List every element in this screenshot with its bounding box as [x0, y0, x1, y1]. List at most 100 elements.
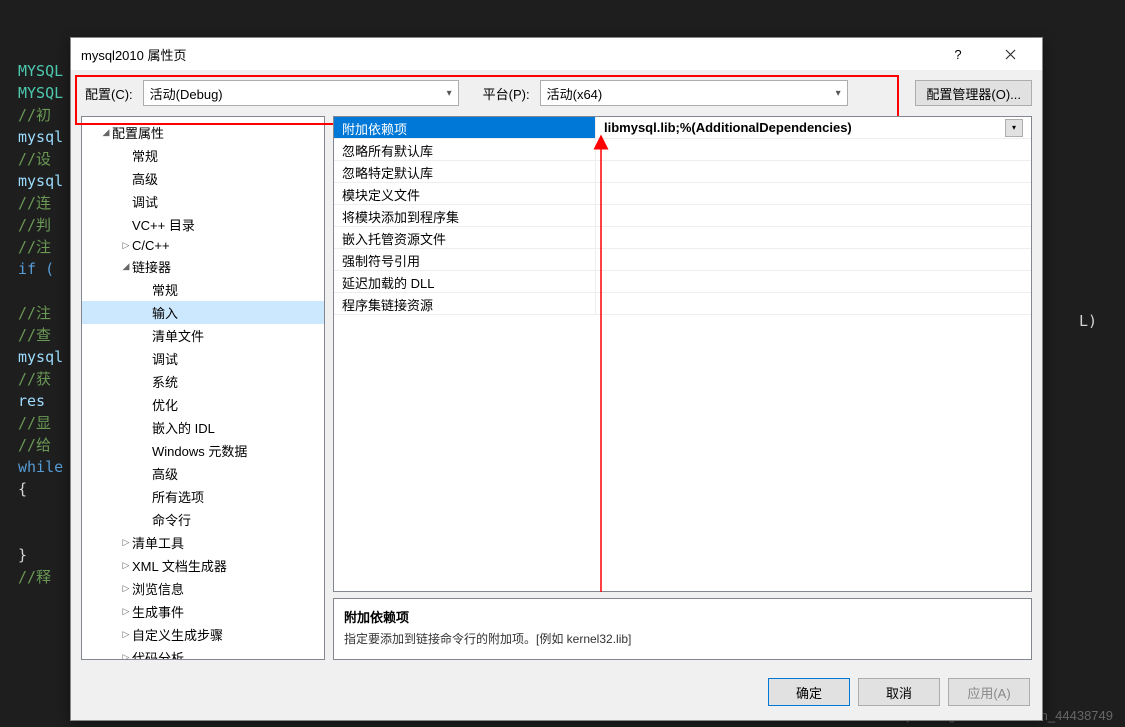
tree-item-label: 常规	[132, 146, 158, 165]
tree-toggle-icon[interactable]: ▷	[120, 629, 132, 640]
tree-item[interactable]: 命令行	[82, 508, 324, 531]
config-manager-button[interactable]: 配置管理器(O)...	[915, 80, 1032, 106]
description-text: 指定要添加到链接命令行的附加项。[例如 kernel32.lib]	[344, 630, 1021, 647]
tree-toggle-icon[interactable]: ▷	[120, 560, 132, 571]
tree-item[interactable]: ▷浏览信息	[82, 577, 324, 600]
tree-item-label: 输入	[152, 303, 178, 322]
cancel-button[interactable]: 取消	[858, 678, 940, 706]
tree-item-label: 调试	[152, 349, 178, 368]
tree-item-label: 清单文件	[152, 326, 204, 345]
tree-item-label: 所有选项	[152, 487, 204, 506]
tree-item[interactable]: 嵌入的 IDL	[82, 416, 324, 439]
dropdown-icon[interactable]: ▾	[1005, 119, 1023, 137]
tree-item[interactable]: 清单文件	[82, 324, 324, 347]
tree-item-label: 优化	[152, 395, 178, 414]
tree-item[interactable]: 高级	[82, 462, 324, 485]
tree-item-label: 链接器	[132, 257, 171, 276]
tree-item[interactable]: ▷清单工具	[82, 531, 324, 554]
tree-item[interactable]: 常规	[82, 144, 324, 167]
tree-item[interactable]: 系统	[82, 370, 324, 393]
tree-item[interactable]: 输入	[82, 301, 324, 324]
property-name: 忽略特定默认库	[334, 161, 596, 182]
close-icon	[1005, 49, 1016, 60]
tree-toggle-icon[interactable]: ▷	[120, 537, 132, 548]
property-row[interactable]: 模块定义文件	[334, 183, 1031, 205]
tree-item-label: 嵌入的 IDL	[152, 418, 215, 437]
tree-toggle-icon[interactable]: ▷	[120, 606, 132, 617]
tree-item[interactable]: 优化	[82, 393, 324, 416]
tree-item-label: 配置属性	[112, 123, 164, 142]
property-row[interactable]: 忽略所有默认库	[334, 139, 1031, 161]
property-value[interactable]	[596, 271, 1031, 292]
tree-toggle-icon[interactable]: ▷	[120, 240, 132, 251]
config-label: 配置(C):	[85, 84, 133, 103]
property-tree[interactable]: ◢配置属性常规高级调试VC++ 目录▷C/C++◢链接器常规输入清单文件调试系统…	[81, 116, 325, 660]
tree-item[interactable]: 高级	[82, 167, 324, 190]
tree-item-label: 自定义生成步骤	[132, 625, 223, 644]
property-grid[interactable]: 附加依赖项 libmysql.lib;%(AdditionalDependenc…	[333, 116, 1032, 592]
property-value[interactable]: libmysql.lib;%(AdditionalDependencies)▾	[596, 117, 1031, 138]
tree-item-label: 清单工具	[132, 533, 184, 552]
help-button[interactable]: ?	[936, 38, 980, 70]
property-row[interactable]: 延迟加载的 DLL	[334, 271, 1031, 293]
tree-item[interactable]: 调试	[82, 347, 324, 370]
property-value[interactable]	[596, 293, 1031, 314]
property-name: 将模块添加到程序集	[334, 205, 596, 226]
config-platform-row: 配置(C): 活动(Debug)▾ 平台(P): 活动(x64)▾ 配置管理器(…	[71, 70, 1042, 116]
tree-item[interactable]: VC++ 目录	[82, 213, 324, 236]
property-row[interactable]: 嵌入托管资源文件	[334, 227, 1031, 249]
tree-item[interactable]: 常规	[82, 278, 324, 301]
tree-item-label: 调试	[132, 192, 158, 211]
tree-item-label: 常规	[152, 280, 178, 299]
property-value[interactable]	[596, 161, 1031, 182]
tree-toggle-icon[interactable]: ▷	[120, 583, 132, 594]
property-value[interactable]	[596, 183, 1031, 204]
chevron-down-icon: ▾	[836, 88, 841, 99]
tree-item[interactable]: ◢配置属性	[82, 121, 324, 144]
close-button[interactable]	[988, 38, 1032, 70]
property-value[interactable]	[596, 249, 1031, 270]
property-name: 嵌入托管资源文件	[334, 227, 596, 248]
dialog-titlebar: mysql2010 属性页 ?	[71, 38, 1042, 70]
tree-item[interactable]: Windows 元数据	[82, 439, 324, 462]
tree-item[interactable]: ▷生成事件	[82, 600, 324, 623]
property-name: 强制符号引用	[334, 249, 596, 270]
tree-item[interactable]: 调试	[82, 190, 324, 213]
config-dropdown[interactable]: 活动(Debug)▾	[143, 80, 459, 106]
property-name: 延迟加载的 DLL	[334, 271, 596, 292]
tree-toggle-icon[interactable]: ◢	[120, 261, 132, 272]
tree-item-label: 高级	[152, 464, 178, 483]
property-value[interactable]	[596, 227, 1031, 248]
tree-item-label: XML 文档生成器	[132, 556, 227, 575]
tree-item-label: 系统	[152, 372, 178, 391]
property-value[interactable]	[596, 205, 1031, 226]
tree-item-label: 命令行	[152, 510, 191, 529]
bg-code-right: L)	[1079, 312, 1097, 330]
description-title: 附加依赖项	[344, 607, 1021, 626]
property-row[interactable]: 程序集链接资源	[334, 293, 1031, 315]
tree-item-label: VC++ 目录	[132, 215, 195, 234]
tree-item[interactable]: 所有选项	[82, 485, 324, 508]
ok-button[interactable]: 确定	[768, 678, 850, 706]
tree-item[interactable]: ◢链接器	[82, 255, 324, 278]
property-value[interactable]	[596, 139, 1031, 160]
property-description-box: 附加依赖项 指定要添加到链接命令行的附加项。[例如 kernel32.lib]	[333, 598, 1032, 660]
tree-toggle-icon[interactable]: ▷	[120, 652, 132, 660]
property-name: 附加依赖项	[334, 117, 596, 138]
property-row[interactable]: 强制符号引用	[334, 249, 1031, 271]
tree-item[interactable]: ▷代码分析	[82, 646, 324, 660]
property-row[interactable]: 将模块添加到程序集	[334, 205, 1031, 227]
property-name: 模块定义文件	[334, 183, 596, 204]
property-row[interactable]: 附加依赖项 libmysql.lib;%(AdditionalDependenc…	[334, 117, 1031, 139]
apply-button[interactable]: 应用(A)	[948, 678, 1030, 706]
tree-item-label: C/C++	[132, 238, 170, 253]
platform-dropdown[interactable]: 活动(x64)▾	[540, 80, 848, 106]
tree-item[interactable]: ▷C/C++	[82, 236, 324, 255]
property-row[interactable]: 忽略特定默认库	[334, 161, 1031, 183]
tree-item[interactable]: ▷XML 文档生成器	[82, 554, 324, 577]
chevron-down-icon: ▾	[447, 88, 452, 99]
tree-item[interactable]: ▷自定义生成步骤	[82, 623, 324, 646]
tree-toggle-icon[interactable]: ◢	[100, 127, 112, 138]
dialog-title: mysql2010 属性页	[81, 45, 928, 64]
tree-item-label: 浏览信息	[132, 579, 184, 598]
